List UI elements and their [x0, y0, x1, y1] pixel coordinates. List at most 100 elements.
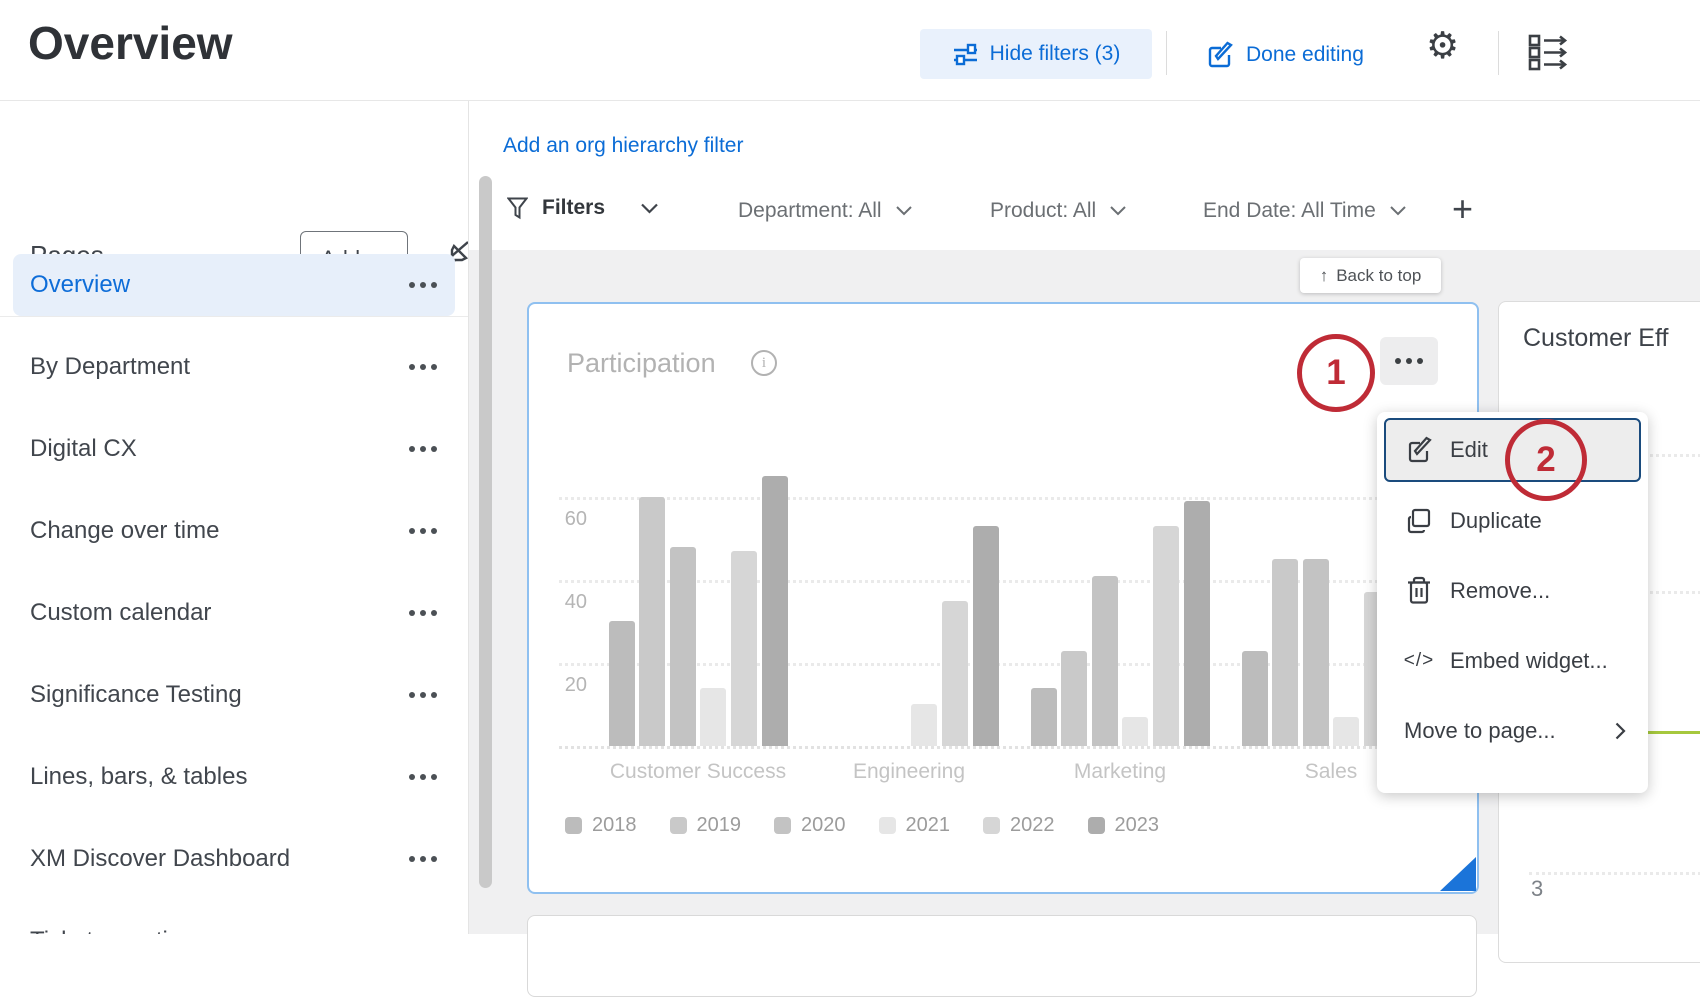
dot [431, 610, 437, 616]
page-options-icon[interactable] [409, 610, 437, 616]
legend-item-2018[interactable]: 2018 [565, 814, 637, 837]
legend-label: 2020 [801, 814, 846, 837]
bar-2020-customer-success [670, 547, 696, 746]
page-title: Overview [28, 16, 233, 70]
menu-item-remove[interactable]: Remove... [1377, 556, 1648, 626]
sidebar-item-change-over-time[interactable]: Change over time [13, 500, 455, 562]
header-divider [1498, 31, 1499, 75]
chevron-right-icon [1615, 722, 1626, 740]
done-editing-button[interactable]: Done editing [1205, 35, 1364, 75]
sidebar-item-label: By Department [30, 353, 190, 381]
export-pages-icon[interactable] [1528, 33, 1570, 71]
hide-filters-button[interactable]: Hide filters (3) [920, 29, 1152, 79]
page-options-icon[interactable] [409, 282, 437, 288]
duplicate-icon [1404, 506, 1434, 536]
dot [420, 446, 426, 452]
annotation-step-1: 1 [1297, 334, 1375, 412]
dot [420, 610, 426, 616]
sidebar-divider [0, 316, 468, 317]
sidebar-item-overview[interactable]: Overview [13, 254, 455, 316]
legend-item-2023[interactable]: 2023 [1088, 814, 1160, 837]
dot [431, 856, 437, 862]
bar-2019-sales [1272, 559, 1298, 746]
bar-2018-customer-success [609, 621, 635, 746]
dot [431, 282, 437, 288]
legend-item-2021[interactable]: 2021 [879, 814, 951, 837]
menu-item-label: Embed widget... [1450, 648, 1608, 674]
back-to-top-button[interactable]: ↑ Back to top [1300, 258, 1441, 293]
legend-item-2020[interactable]: 2020 [774, 814, 846, 837]
dot [420, 528, 426, 534]
dot [431, 446, 437, 452]
filters-label: Filters [542, 196, 605, 220]
bar-2022-engineering [942, 601, 968, 746]
legend-swatch [774, 817, 791, 834]
funnel-icon [507, 197, 528, 220]
dot [409, 692, 415, 698]
annotation-number: 1 [1326, 353, 1345, 393]
sidebar-item-xm-discover-dashboard[interactable]: XM Discover Dashboard [13, 828, 455, 890]
filter-chip-product[interactable]: Product: All [990, 199, 1126, 223]
category-label-engineering: Engineering [789, 760, 1029, 784]
bar-2018-sales [1242, 651, 1268, 746]
done-editing-label: Done editing [1246, 43, 1364, 67]
gear-icon[interactable]: ⚙ [1426, 24, 1459, 67]
bar-2021-marketing [1122, 717, 1148, 746]
sidebar-item-significance-testing[interactable]: Significance Testing [13, 664, 455, 726]
widget-resize-handle[interactable] [1440, 857, 1476, 891]
sidebar-item-custom-calendar[interactable]: Custom calendar [13, 582, 455, 644]
menu-item-label: Duplicate [1450, 508, 1542, 534]
page-options-icon[interactable] [409, 446, 437, 452]
sidebar-item-label: XM Discover Dashboard [30, 845, 290, 873]
legend-swatch [983, 817, 1000, 834]
sidebar-item-ticket-reporting[interactable]: Ticket reporting [13, 910, 455, 934]
add-filter-plus-icon[interactable]: + [1452, 188, 1473, 230]
dot [409, 364, 415, 370]
widget-title: Customer Eff [1523, 324, 1668, 353]
bar-2021-sales [1333, 717, 1359, 746]
dot [409, 446, 415, 452]
chart-legend: 2018 2019 2020 2021 2022 2023 [565, 814, 1192, 837]
sidebar-item-lines-bars-tables[interactable]: Lines, bars, & tables [13, 746, 455, 808]
filter-chip-department[interactable]: Department: All [738, 199, 912, 223]
bar-2023-marketing [1184, 501, 1210, 746]
filters-toggle[interactable]: Filters [507, 196, 658, 220]
code-icon: </> [1404, 646, 1434, 676]
dot [409, 856, 415, 862]
y-axis-tick-label: 60 [537, 508, 587, 531]
chevron-down-icon [641, 203, 658, 214]
dot [420, 364, 426, 370]
bar-2018-marketing [1031, 688, 1057, 746]
sliders-icon [952, 41, 979, 67]
sidebar-item-digital-cx[interactable]: Digital CX [13, 418, 455, 480]
bar-2020-marketing [1092, 576, 1118, 746]
legend-item-2022[interactable]: 2022 [983, 814, 1055, 837]
page-options-icon[interactable] [409, 774, 437, 780]
page-options-icon[interactable] [409, 528, 437, 534]
page-options-icon[interactable] [409, 364, 437, 370]
menu-item-duplicate[interactable]: Duplicate [1377, 486, 1648, 556]
bar-2021-engineering [911, 704, 937, 746]
sidebar-item-label: Change over time [30, 517, 219, 545]
gridline [1529, 872, 1700, 875]
menu-item-move-to-page[interactable]: Move to page... [1377, 696, 1648, 766]
arrow-up-icon: ↑ [1320, 266, 1329, 286]
dot [431, 774, 437, 780]
filter-chip-end-date[interactable]: End Date: All Time [1203, 199, 1406, 223]
dot [409, 282, 415, 288]
legend-label: 2023 [1115, 814, 1160, 837]
menu-item-embed-widget[interactable]: </> Embed widget... [1377, 626, 1648, 696]
vertical-scrollbar[interactable] [479, 176, 492, 888]
page-options-icon[interactable] [409, 692, 437, 698]
legend-swatch [879, 817, 896, 834]
bar-2020-sales [1303, 559, 1329, 746]
sidebar-item-by-department[interactable]: By Department [13, 336, 455, 398]
dot [431, 364, 437, 370]
gridline [559, 497, 1462, 500]
add-org-hierarchy-filter-link[interactable]: Add an org hierarchy filter [503, 134, 743, 158]
page-options-icon[interactable] [409, 856, 437, 862]
bar-2023-engineering [973, 526, 999, 746]
legend-item-2019[interactable]: 2019 [670, 814, 742, 837]
next-widget-card[interactable] [527, 915, 1477, 997]
filter-chip-label: Product: All [990, 199, 1096, 223]
